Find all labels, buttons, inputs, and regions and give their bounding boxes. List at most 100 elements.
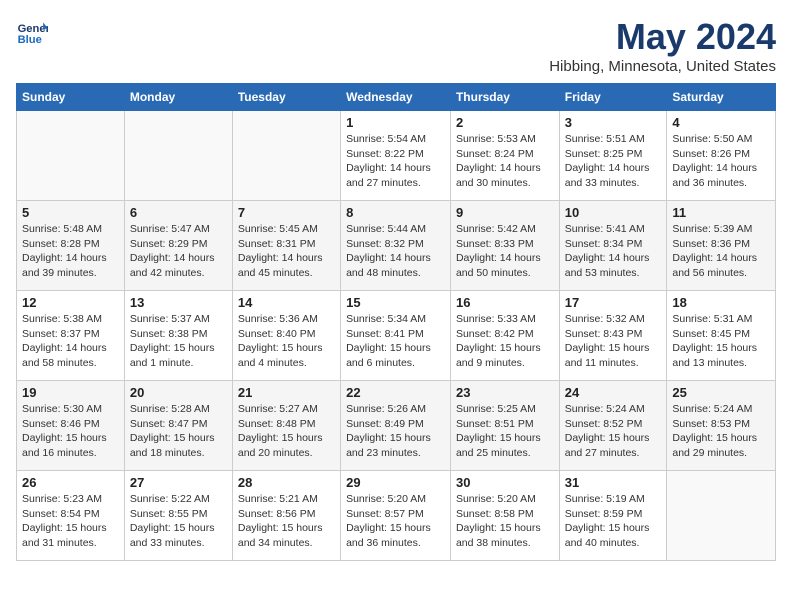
location-title: Hibbing, Minnesota, United States bbox=[549, 58, 776, 75]
day-number: 18 bbox=[672, 295, 770, 310]
calendar-cell: 30 Sunrise: 5:20 AM Sunset: 8:58 PM Dayli… bbox=[450, 471, 559, 561]
calendar-cell: 12 Sunrise: 5:38 AM Sunset: 8:37 PM Dayli… bbox=[17, 291, 125, 381]
calendar-cell: 28 Sunrise: 5:21 AM Sunset: 8:56 PM Dayli… bbox=[232, 471, 340, 561]
weekday-header-wednesday: Wednesday bbox=[341, 84, 451, 111]
day-number: 9 bbox=[456, 205, 554, 220]
day-number: 6 bbox=[130, 205, 227, 220]
calendar-week-5: 26Sunrise: 5:23 AM Sunset: 8:54 PM Dayli… bbox=[17, 471, 776, 561]
day-number: 12 bbox=[22, 295, 119, 310]
day-info: Sunrise: 5:44 AM Sunset: 8:32 PM Dayligh… bbox=[346, 222, 445, 281]
calendar-cell: 5 Sunrise: 5:48 AM Sunset: 8:28 PM Daylig… bbox=[17, 201, 125, 291]
day-info: Sunrise: 5:37 AM Sunset: 8:38 PM Dayligh… bbox=[130, 312, 227, 371]
day-number: 11 bbox=[672, 205, 770, 220]
calendar-cell bbox=[232, 111, 340, 201]
calendar-cell: 9 Sunrise: 5:42 AM Sunset: 8:33 PM Daylig… bbox=[450, 201, 559, 291]
day-info: Sunrise: 5:53 AM Sunset: 8:24 PM Dayligh… bbox=[456, 132, 554, 191]
day-info: Sunrise: 5:33 AM Sunset: 8:42 PM Dayligh… bbox=[456, 312, 554, 371]
svg-text:Blue: Blue bbox=[18, 34, 42, 46]
day-info: Sunrise: 5:38 AM Sunset: 8:37 PM Dayligh… bbox=[22, 312, 119, 371]
day-info: Sunrise: 5:20 AM Sunset: 8:57 PM Dayligh… bbox=[346, 492, 445, 551]
day-number: 16 bbox=[456, 295, 554, 310]
weekday-header-tuesday: Tuesday bbox=[232, 84, 340, 111]
day-info: Sunrise: 5:32 AM Sunset: 8:43 PM Dayligh… bbox=[565, 312, 662, 371]
day-number: 4 bbox=[672, 115, 770, 130]
day-number: 21 bbox=[238, 385, 335, 400]
logo: General Blue bbox=[16, 16, 48, 48]
calendar-cell: 14 Sunrise: 5:36 AM Sunset: 8:40 PM Dayli… bbox=[232, 291, 340, 381]
day-info: Sunrise: 5:28 AM Sunset: 8:47 PM Dayligh… bbox=[130, 402, 227, 461]
calendar-cell: 6 Sunrise: 5:47 AM Sunset: 8:29 PM Daylig… bbox=[124, 201, 232, 291]
weekday-header-sunday: Sunday bbox=[17, 84, 125, 111]
day-info: Sunrise: 5:51 AM Sunset: 8:25 PM Dayligh… bbox=[565, 132, 662, 191]
calendar-week-4: 19 Sunrise: 5:30 AM Sunset: 8:46 PM Dayli… bbox=[17, 381, 776, 471]
day-number: 2 bbox=[456, 115, 554, 130]
day-info: Sunrise: 5:26 AM Sunset: 8:49 PM Dayligh… bbox=[346, 402, 445, 461]
day-info: Sunrise: 5:41 AM Sunset: 8:34 PM Dayligh… bbox=[565, 222, 662, 281]
calendar-cell: 26Sunrise: 5:23 AM Sunset: 8:54 PM Dayli… bbox=[17, 471, 125, 561]
calendar-cell bbox=[124, 111, 232, 201]
calendar-cell: 17 Sunrise: 5:32 AM Sunset: 8:43 PM Dayli… bbox=[559, 291, 667, 381]
calendar-cell: 19 Sunrise: 5:30 AM Sunset: 8:46 PM Dayli… bbox=[17, 381, 125, 471]
day-number: 24 bbox=[565, 385, 662, 400]
day-number: 30 bbox=[456, 475, 554, 490]
calendar-cell: 7 Sunrise: 5:45 AM Sunset: 8:31 PM Daylig… bbox=[232, 201, 340, 291]
calendar-cell bbox=[667, 471, 776, 561]
calendar-table: SundayMondayTuesdayWednesdayThursdayFrid… bbox=[16, 83, 776, 561]
calendar-cell: 16 Sunrise: 5:33 AM Sunset: 8:42 PM Dayli… bbox=[450, 291, 559, 381]
day-number: 20 bbox=[130, 385, 227, 400]
calendar-cell: 29 Sunrise: 5:20 AM Sunset: 8:57 PM Dayli… bbox=[341, 471, 451, 561]
calendar-cell: 20 Sunrise: 5:28 AM Sunset: 8:47 PM Dayli… bbox=[124, 381, 232, 471]
calendar-cell: 8 Sunrise: 5:44 AM Sunset: 8:32 PM Daylig… bbox=[341, 201, 451, 291]
day-info: Sunrise: 5:21 AM Sunset: 8:56 PM Dayligh… bbox=[238, 492, 335, 551]
day-number: 25 bbox=[672, 385, 770, 400]
calendar-cell: 27 Sunrise: 5:22 AM Sunset: 8:55 PM Dayli… bbox=[124, 471, 232, 561]
day-number: 13 bbox=[130, 295, 227, 310]
month-title: May 2024 bbox=[549, 16, 776, 58]
day-info: Sunrise: 5:36 AM Sunset: 8:40 PM Dayligh… bbox=[238, 312, 335, 371]
day-info: Sunrise: 5:45 AM Sunset: 8:31 PM Dayligh… bbox=[238, 222, 335, 281]
calendar-week-3: 12 Sunrise: 5:38 AM Sunset: 8:37 PM Dayli… bbox=[17, 291, 776, 381]
weekday-header-thursday: Thursday bbox=[450, 84, 559, 111]
day-number: 14 bbox=[238, 295, 335, 310]
calendar-cell: 21Sunrise: 5:27 AM Sunset: 8:48 PM Dayli… bbox=[232, 381, 340, 471]
day-number: 10 bbox=[565, 205, 662, 220]
weekday-header-friday: Friday bbox=[559, 84, 667, 111]
day-number: 3 bbox=[565, 115, 662, 130]
day-info: Sunrise: 5:19 AM Sunset: 8:59 PM Dayligh… bbox=[565, 492, 662, 551]
day-number: 26 bbox=[22, 475, 119, 490]
day-number: 19 bbox=[22, 385, 119, 400]
calendar-cell: 22 Sunrise: 5:26 AM Sunset: 8:49 PM Dayli… bbox=[341, 381, 451, 471]
calendar-cell: 25Sunrise: 5:24 AM Sunset: 8:53 PM Dayli… bbox=[667, 381, 776, 471]
calendar-cell: 4Sunrise: 5:50 AM Sunset: 8:26 PM Daylig… bbox=[667, 111, 776, 201]
calendar-cell: 11 Sunrise: 5:39 AM Sunset: 8:36 PM Dayli… bbox=[667, 201, 776, 291]
day-number: 5 bbox=[22, 205, 119, 220]
day-info: Sunrise: 5:24 AM Sunset: 8:52 PM Dayligh… bbox=[565, 402, 662, 461]
day-info: Sunrise: 5:47 AM Sunset: 8:29 PM Dayligh… bbox=[130, 222, 227, 281]
day-number: 29 bbox=[346, 475, 445, 490]
calendar-cell: 18 Sunrise: 5:31 AM Sunset: 8:45 PM Dayli… bbox=[667, 291, 776, 381]
day-number: 17 bbox=[565, 295, 662, 310]
day-info: Sunrise: 5:39 AM Sunset: 8:36 PM Dayligh… bbox=[672, 222, 770, 281]
calendar-cell bbox=[17, 111, 125, 201]
weekday-header-monday: Monday bbox=[124, 84, 232, 111]
day-number: 28 bbox=[238, 475, 335, 490]
day-number: 7 bbox=[238, 205, 335, 220]
calendar-cell: 13 Sunrise: 5:37 AM Sunset: 8:38 PM Dayli… bbox=[124, 291, 232, 381]
day-number: 27 bbox=[130, 475, 227, 490]
day-info: Sunrise: 5:31 AM Sunset: 8:45 PM Dayligh… bbox=[672, 312, 770, 371]
calendar-cell: 15 Sunrise: 5:34 AM Sunset: 8:41 PM Dayli… bbox=[341, 291, 451, 381]
day-info: Sunrise: 5:30 AM Sunset: 8:46 PM Dayligh… bbox=[22, 402, 119, 461]
day-info: Sunrise: 5:34 AM Sunset: 8:41 PM Dayligh… bbox=[346, 312, 445, 371]
day-info: Sunrise: 5:20 AM Sunset: 8:58 PM Dayligh… bbox=[456, 492, 554, 551]
calendar-cell: 23Sunrise: 5:25 AM Sunset: 8:51 PM Dayli… bbox=[450, 381, 559, 471]
calendar-cell: 24 Sunrise: 5:24 AM Sunset: 8:52 PM Dayli… bbox=[559, 381, 667, 471]
calendar-cell: 10 Sunrise: 5:41 AM Sunset: 8:34 PM Dayli… bbox=[559, 201, 667, 291]
day-number: 8 bbox=[346, 205, 445, 220]
day-number: 22 bbox=[346, 385, 445, 400]
day-number: 15 bbox=[346, 295, 445, 310]
day-info: Sunrise: 5:22 AM Sunset: 8:55 PM Dayligh… bbox=[130, 492, 227, 551]
header: General Blue May 2024 Hibbing, Minnesota… bbox=[16, 16, 776, 75]
day-info: Sunrise: 5:42 AM Sunset: 8:33 PM Dayligh… bbox=[456, 222, 554, 281]
day-info: Sunrise: 5:48 AM Sunset: 8:28 PM Dayligh… bbox=[22, 222, 119, 281]
weekday-header-row: SundayMondayTuesdayWednesdayThursdayFrid… bbox=[17, 84, 776, 111]
